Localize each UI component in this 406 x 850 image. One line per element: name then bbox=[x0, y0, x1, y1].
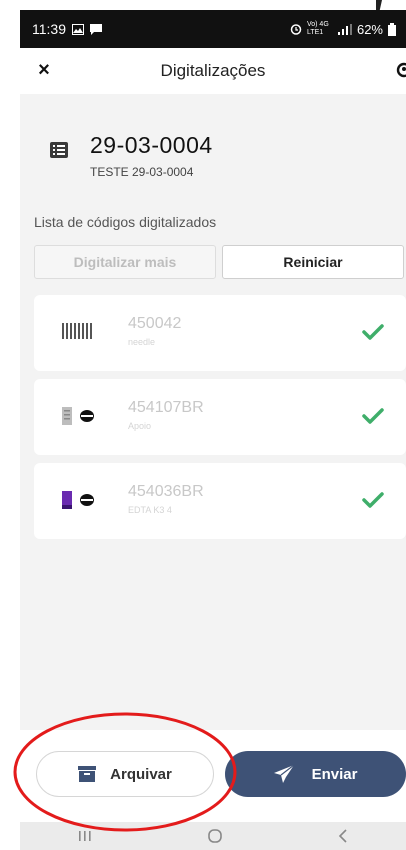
battery-icon bbox=[388, 22, 396, 36]
document-title: 29-03-0004 bbox=[90, 132, 213, 158]
item-icons bbox=[62, 491, 94, 509]
document-header: 29-03-0004 TESTE 29-03-0004 bbox=[50, 132, 213, 179]
archive-button[interactable]: Arquivar bbox=[36, 751, 214, 797]
archive-box-icon bbox=[78, 766, 97, 782]
system-nav-bar bbox=[20, 822, 406, 850]
scanned-item[interactable]: 450042 needle bbox=[34, 295, 406, 371]
app-header: × Digitalizações bbox=[20, 48, 406, 94]
back-icon[interactable] bbox=[338, 829, 348, 843]
cap-icon bbox=[80, 494, 94, 506]
document-subtitle: TESTE 29-03-0004 bbox=[90, 165, 194, 179]
send-button[interactable]: Enviar bbox=[225, 751, 406, 797]
message-icon bbox=[90, 23, 102, 35]
scanned-item[interactable]: 454107BR Apoio bbox=[34, 379, 406, 455]
scan-more-button[interactable]: Digitalizar mais bbox=[34, 245, 216, 279]
item-code: 454107BR bbox=[128, 399, 204, 416]
network-indicator: Vo) 4G LTE1 bbox=[306, 21, 329, 36]
scanned-list-label: Lista de códigos digitalizados bbox=[34, 214, 217, 230]
check-icon bbox=[362, 324, 384, 340]
scanned-item[interactable]: 454036BR EDTA K3 4 bbox=[34, 463, 406, 539]
item-code: 454036BR bbox=[128, 483, 204, 500]
paper-plane-icon bbox=[273, 765, 294, 783]
status-right: Vo) 4G LTE1 62% bbox=[290, 21, 396, 37]
check-icon bbox=[362, 408, 384, 424]
item-description: EDTA K3 4 bbox=[128, 505, 172, 515]
bottom-actions: Arquivar Enviar bbox=[20, 730, 406, 822]
send-label: Enviar bbox=[311, 765, 358, 783]
item-description: Apoio bbox=[128, 421, 152, 431]
list-document-icon bbox=[50, 142, 68, 158]
alarm-icon bbox=[290, 24, 302, 35]
check-icon bbox=[362, 492, 384, 508]
cap-icon bbox=[80, 410, 94, 422]
battery-percent: 62% bbox=[356, 21, 383, 37]
tube-icon bbox=[62, 491, 72, 509]
item-description: needle bbox=[128, 337, 156, 347]
status-left: 11:39 bbox=[32, 21, 102, 37]
close-button[interactable]: × bbox=[32, 58, 56, 82]
recent-apps-icon[interactable] bbox=[78, 830, 92, 842]
document-info: 29-03-0004 TESTE 29-03-0004 bbox=[90, 132, 213, 179]
item-icons bbox=[62, 407, 94, 425]
archive-label: Arquivar bbox=[110, 765, 172, 783]
gallery-icon bbox=[72, 23, 84, 35]
item-code: 450042 bbox=[128, 315, 182, 332]
restart-button[interactable]: Reiniciar bbox=[222, 245, 404, 279]
barcode-icon bbox=[62, 323, 92, 339]
signal-icon bbox=[337, 23, 352, 35]
item-icons bbox=[62, 323, 92, 339]
status-time: 11:39 bbox=[32, 21, 66, 37]
content-area: 29-03-0004 TESTE 29-03-0004 Lista de cód… bbox=[20, 94, 406, 730]
user-icon[interactable] bbox=[392, 61, 406, 79]
status-bar: 11:39 Vo) 4G LTE1 62% bbox=[20, 10, 406, 48]
page-title: Digitalizações bbox=[160, 61, 266, 80]
home-icon[interactable] bbox=[208, 829, 222, 843]
tube-icon bbox=[62, 407, 72, 425]
